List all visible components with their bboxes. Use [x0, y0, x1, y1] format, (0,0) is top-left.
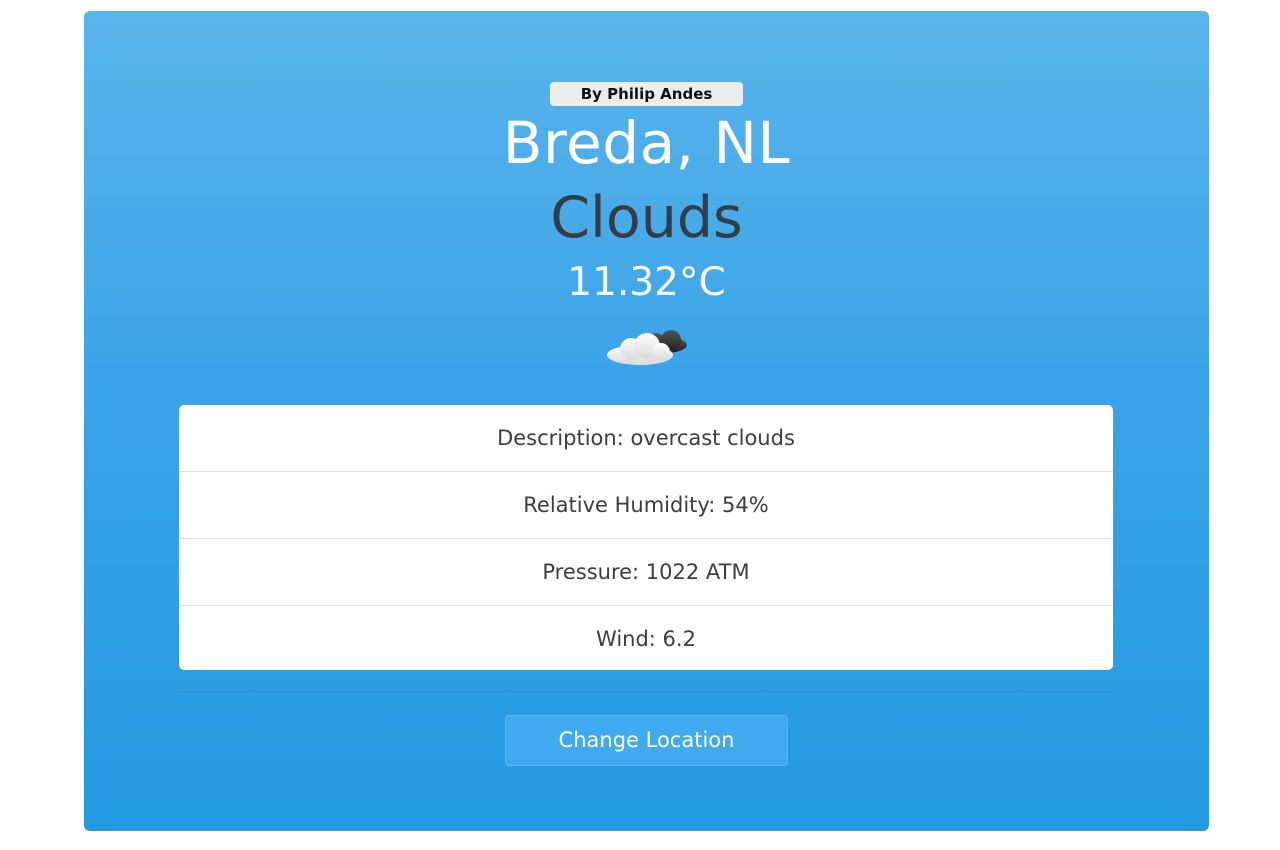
detail-wind: Wind: 6.2 — [596, 627, 696, 651]
author-badge: By Philip Andes — [550, 82, 743, 106]
weather-condition: Clouds — [550, 185, 743, 251]
temperature: 11.32°C — [567, 260, 726, 305]
weather-details-list: Description: overcast clouds Relative Hu… — [179, 405, 1113, 670]
cloud-icon — [607, 330, 687, 365]
detail-humidity: Relative Humidity: 54% — [179, 472, 1113, 539]
weather-card: By Philip Andes Breda, NL Clouds 11.32°C… — [84, 11, 1209, 831]
detail-pressure: Pressure: 1022 ATM — [179, 539, 1113, 606]
divider — [179, 691, 1113, 692]
change-location-button[interactable]: Change Location — [505, 715, 788, 766]
detail-description: Description: overcast clouds — [179, 405, 1113, 472]
location-title: Breda, NL — [502, 109, 791, 177]
